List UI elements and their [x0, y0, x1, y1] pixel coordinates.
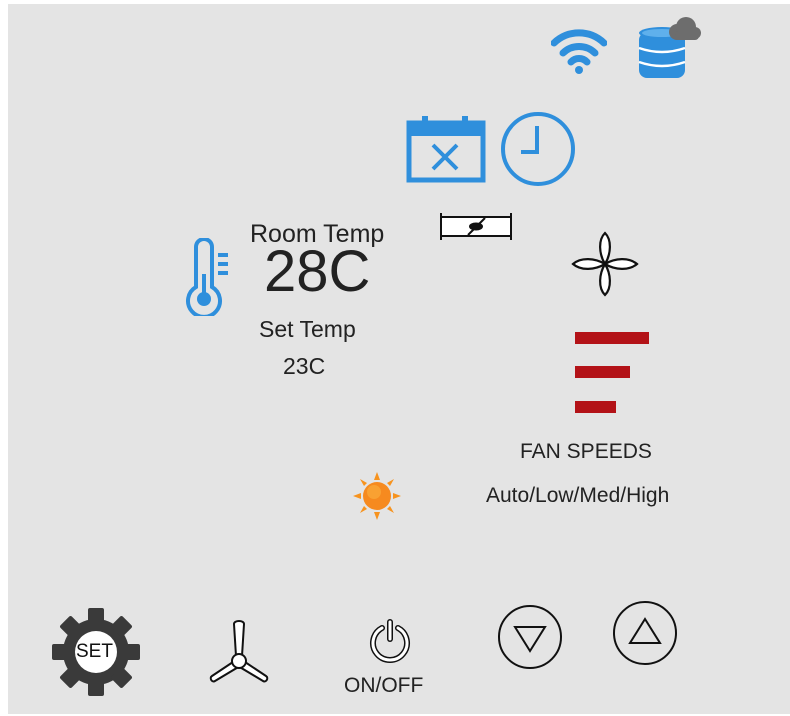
set-button-label: SET: [76, 641, 113, 662]
thermometer-icon: [184, 238, 236, 316]
set-temp-label: Set Temp: [259, 316, 356, 342]
triangle-up-icon: [613, 601, 677, 665]
ceiling-fan-button[interactable]: [206, 618, 274, 686]
wifi-icon: [551, 26, 607, 74]
power-icon: [370, 619, 410, 663]
fan-speeds-options: Auto/Low/Med/High: [486, 484, 670, 507]
calendar-cancel-icon: [406, 113, 486, 183]
cloud-database-icon: [637, 16, 701, 80]
temp-down-button[interactable]: [496, 603, 564, 671]
sun-icon: [351, 470, 403, 522]
clock-icon: [499, 110, 577, 188]
ceiling-fan-icon: [209, 620, 269, 683]
set-temp-value: 23C: [283, 353, 326, 379]
set-button[interactable]: SET: [50, 606, 142, 698]
damper-icon: [440, 212, 512, 242]
room-temp-value: 28C: [264, 239, 371, 304]
fan-icon: [569, 230, 641, 298]
triangle-down-icon: [498, 605, 562, 669]
power-button[interactable]: ON/OFF: [340, 617, 448, 699]
fan-speed-bar-medium: [575, 366, 630, 378]
fan-speed-bar-low: [575, 401, 616, 413]
fan-speeds-title: FAN SPEEDS: [520, 440, 652, 463]
power-button-label: ON/OFF: [344, 674, 424, 697]
temp-up-button[interactable]: [611, 599, 679, 667]
fan-speed-bar-high: [575, 332, 649, 344]
